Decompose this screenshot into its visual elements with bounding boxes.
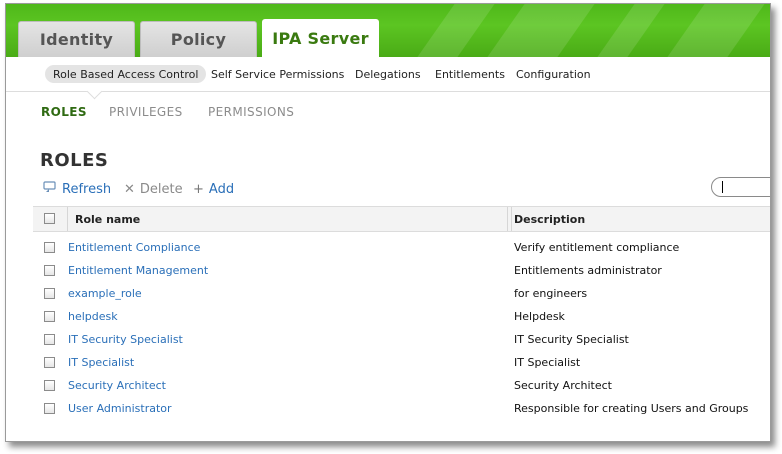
plus-icon: + <box>193 181 204 197</box>
select-all-checkbox[interactable] <box>44 213 55 224</box>
table-row: IT Specialist IT Specialist <box>33 351 770 374</box>
row-checkbox[interactable] <box>44 311 55 322</box>
page-title: ROLES <box>40 150 109 171</box>
role-link[interactable]: IT Security Specialist <box>68 328 183 351</box>
row-checkbox[interactable] <box>44 265 55 276</box>
subtab-configuration[interactable]: Configuration <box>516 65 591 83</box>
table-header: Role name Description <box>33 206 770 232</box>
role-description: IT Specialist <box>514 356 581 369</box>
facet-permissions[interactable]: PERMISSIONS <box>208 105 294 119</box>
role-description: Security Architect <box>514 379 612 392</box>
column-divider <box>507 207 508 231</box>
role-link[interactable]: IT Specialist <box>68 351 134 374</box>
facet-roles[interactable]: ROLES <box>41 105 87 119</box>
row-checkbox[interactable] <box>44 334 55 345</box>
roles-table: Role name Description Entitlement Compli… <box>33 206 770 420</box>
row-checkbox[interactable] <box>44 288 55 299</box>
subtab-role-based-access-control[interactable]: Role Based Access Control <box>45 65 207 83</box>
role-description: Entitlements administrator <box>514 264 662 277</box>
search-input[interactable] <box>711 177 770 197</box>
delete-label: Delete <box>139 181 183 197</box>
header-decoration <box>417 4 495 57</box>
top-header: Identity Policy IPA Server <box>6 4 770 57</box>
role-description: Helpdesk <box>514 310 565 323</box>
facet-privileges[interactable]: PRIVILEGES <box>109 105 183 119</box>
tab-identity[interactable]: Identity <box>18 21 135 57</box>
row-checkbox[interactable] <box>44 380 55 391</box>
role-description: Verify entitlement compliance <box>514 241 680 254</box>
subtab-entitlements[interactable]: Entitlements <box>435 65 505 83</box>
column-divider <box>67 207 68 231</box>
row-checkbox[interactable] <box>44 357 55 368</box>
header-decoration <box>487 4 595 57</box>
role-link[interactable]: helpdesk <box>68 305 118 328</box>
table-row: helpdesk Helpdesk <box>33 305 770 328</box>
table-row: Entitlement Compliance Verify entitlemen… <box>33 236 770 259</box>
table-row: User Administrator Responsible for creat… <box>33 397 770 420</box>
add-label: Add <box>208 181 235 197</box>
app-window: Identity Policy IPA Server Role Based Ac… <box>5 3 771 442</box>
subtab-delegations[interactable]: Delegations <box>355 65 421 83</box>
tab-ipa-server[interactable]: IPA Server <box>262 19 379 57</box>
table-row: Security Architect Security Architect <box>33 374 770 397</box>
table-row: IT Security Specialist IT Security Speci… <box>33 328 770 351</box>
role-description: IT Security Specialist <box>514 333 629 346</box>
column-divider <box>511 207 512 231</box>
role-link[interactable]: Security Architect <box>68 374 166 397</box>
refresh-label: Refresh <box>62 181 112 197</box>
table-row: example_role for engineers <box>33 282 770 305</box>
table-row: Entitlement Management Entitlements admi… <box>33 259 770 282</box>
row-checkbox[interactable] <box>44 242 55 253</box>
add-button[interactable]: + Add <box>193 180 234 198</box>
header-decoration <box>667 4 765 57</box>
header-decoration <box>597 4 665 57</box>
refresh-button[interactable]: Refresh <box>43 180 111 198</box>
role-link[interactable]: Entitlement Compliance <box>68 236 200 259</box>
column-header-description[interactable]: Description <box>514 207 585 231</box>
column-header-role-name[interactable]: Role name <box>75 207 140 231</box>
delete-button[interactable]: ✕ Delete <box>124 180 183 198</box>
row-checkbox[interactable] <box>44 403 55 414</box>
role-description: for engineers <box>514 287 588 300</box>
role-link[interactable]: User Administrator <box>68 397 172 420</box>
sub-navigation: Role Based Access Control Self Service P… <box>6 57 770 92</box>
delete-x-icon: ✕ <box>124 181 135 197</box>
search-caret <box>722 181 723 193</box>
role-link[interactable]: example_role <box>68 282 142 305</box>
tab-policy[interactable]: Policy <box>140 21 257 57</box>
role-description: Responsible for creating Users and Group… <box>514 402 749 415</box>
role-link[interactable]: Entitlement Management <box>68 259 208 282</box>
refresh-icon <box>43 181 57 197</box>
subtab-self-service-permissions[interactable]: Self Service Permissions <box>211 65 344 83</box>
